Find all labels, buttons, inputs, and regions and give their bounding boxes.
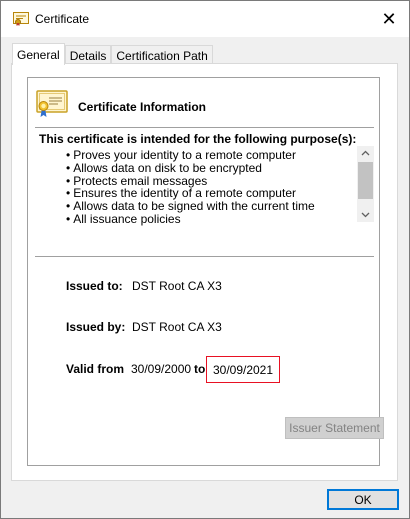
valid-to-value: 30/09/2021 <box>206 356 280 383</box>
valid-to-label: to <box>194 362 206 376</box>
valid-from-label: Valid from <box>66 362 125 376</box>
certificate-icon <box>13 12 29 26</box>
issued-to-value: DST Root CA X3 <box>132 279 222 293</box>
ok-button[interactable]: OK <box>327 489 399 510</box>
tab-certification-path[interactable]: Certification Path <box>111 45 213 65</box>
certificate-dialog: Certificate ✕ General Details Certificat… <box>0 0 410 519</box>
certificate-info-title: Certificate Information <box>78 100 207 114</box>
purpose-scrollbar[interactable] <box>357 146 374 222</box>
purpose-list: Proves your identity to a remote compute… <box>66 149 346 226</box>
tab-details[interactable]: Details <box>64 45 112 65</box>
title-bar: Certificate ✕ <box>1 1 409 37</box>
close-icon[interactable]: ✕ <box>377 7 401 31</box>
scroll-up-icon[interactable] <box>357 146 374 160</box>
window-title: Certificate <box>35 12 90 26</box>
issuer-statement-button[interactable]: Issuer Statement <box>285 417 384 439</box>
issued-to-label: Issued to: <box>66 279 123 293</box>
scroll-down-icon[interactable] <box>357 208 374 222</box>
tab-general[interactable]: General <box>12 43 65 65</box>
issued-by-label: Issued by: <box>66 320 126 334</box>
list-item: All issuance policies <box>66 213 346 226</box>
list-item: Proves your identity to a remote compute… <box>66 149 346 162</box>
list-item: Allows data on disk to be encrypted <box>66 161 346 175</box>
certificate-icon <box>36 90 68 118</box>
purpose-heading: This certificate is intended for the fol… <box>39 132 357 146</box>
tab-bar: General Details Certification Path <box>12 43 213 65</box>
certificate-info-box: Certificate Information This certificate… <box>27 77 380 466</box>
scroll-thumb[interactable] <box>358 162 373 199</box>
divider <box>35 256 374 257</box>
divider <box>35 127 374 128</box>
issued-by-value: DST Root CA X3 <box>132 320 222 334</box>
valid-from-value: 30/09/2000 <box>131 362 192 376</box>
